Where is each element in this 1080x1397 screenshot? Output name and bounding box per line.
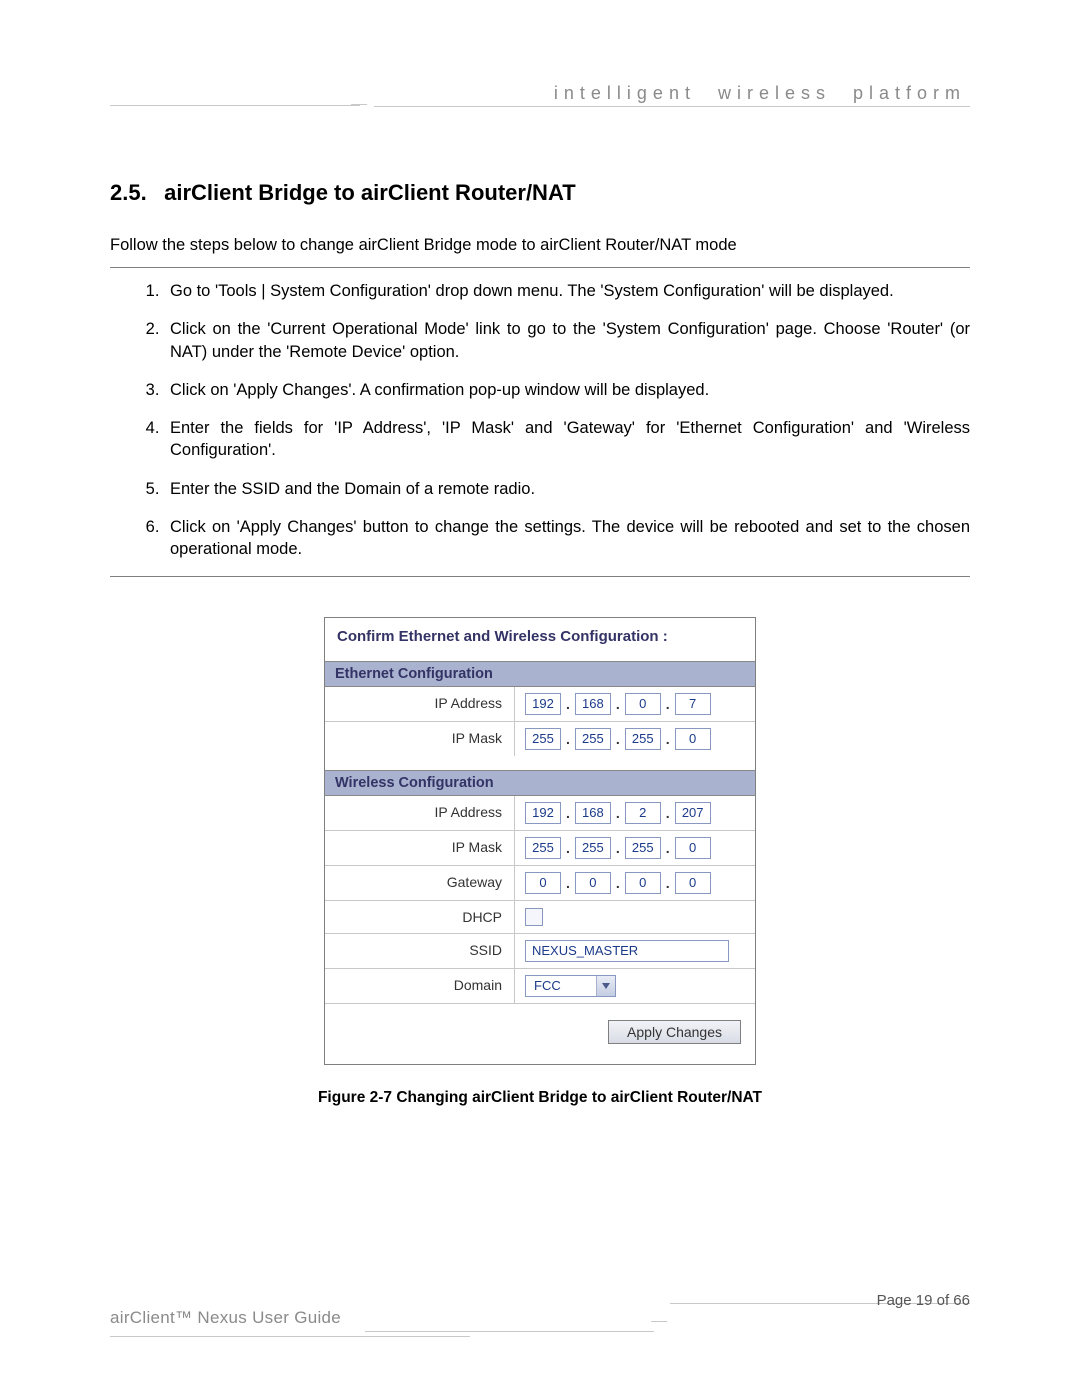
ethernet-ip-octet-1[interactable]: 192 <box>525 693 561 715</box>
page-header: intelligent wireless platform <box>110 80 970 110</box>
wireless-ip-octet-3[interactable]: 2 <box>625 802 661 824</box>
page-footer: airClient™ Nexus User Guide Page 19 of 6… <box>110 1307 970 1337</box>
wireless-mask-octet-4[interactable]: 0 <box>675 837 711 859</box>
apply-changes-button[interactable]: Apply Changes <box>608 1020 741 1044</box>
dhcp-checkbox[interactable] <box>525 908 543 926</box>
header-tagline: intelligent wireless platform <box>374 83 970 106</box>
wireless-ip-octet-4[interactable]: 207 <box>675 802 711 824</box>
wireless-mask-octet-1[interactable]: 255 <box>525 837 561 859</box>
domain-select-value: FCC <box>526 976 596 996</box>
config-panel: Confirm Ethernet and Wireless Configurat… <box>324 617 756 1065</box>
ethernet-mask-octet-2[interactable]: 255 <box>575 728 611 750</box>
wireless-domain-row: Domain FCC <box>325 969 755 1004</box>
wireless-dhcp-row: DHCP <box>325 901 755 934</box>
panel-title: Confirm Ethernet and Wireless Configurat… <box>325 618 755 661</box>
step-item: Click on 'Apply Changes'. A confirmation… <box>164 379 970 401</box>
wireless-mask-row: IP Mask 255. 255. 255. 0 <box>325 831 755 866</box>
wireless-domain-label: Domain <box>325 969 515 1003</box>
step-item: Click on the 'Current Operational Mode' … <box>164 318 970 363</box>
ethernet-mask-row: IP Mask 255. 255. 255. 0 <box>325 722 755 756</box>
ethernet-mask-label: IP Mask <box>325 722 515 756</box>
footer-guide-title: airClient™ Nexus User Guide <box>110 1308 341 1328</box>
wireless-dhcp-label: DHCP <box>325 901 515 933</box>
wireless-section-header: Wireless Configuration <box>325 770 755 796</box>
wireless-gateway-octet-1[interactable]: 0 <box>525 872 561 894</box>
step-item: Enter the fields for 'IP Address', 'IP M… <box>164 417 970 462</box>
step-item: Enter the SSID and the Domain of a remot… <box>164 478 970 500</box>
ethernet-mask-octet-4[interactable]: 0 <box>675 728 711 750</box>
page-number: Page 19 of 66 <box>857 1292 970 1309</box>
chevron-down-icon <box>596 976 615 996</box>
figure-caption: Figure 2-7 Changing airClient Bridge to … <box>110 1089 970 1107</box>
ethernet-ip-row: IP Address 192. 168. 0. 7 <box>325 687 755 722</box>
separator-top <box>110 267 970 268</box>
wireless-mask-octet-3[interactable]: 255 <box>625 837 661 859</box>
wireless-ip-label: IP Address <box>325 796 515 830</box>
wireless-gateway-octet-3[interactable]: 0 <box>625 872 661 894</box>
ethernet-section-header: Ethernet Configuration <box>325 661 755 687</box>
ethernet-mask-octet-3[interactable]: 255 <box>625 728 661 750</box>
step-item: Click on 'Apply Changes' button to chang… <box>164 516 970 561</box>
ethernet-ip-octet-3[interactable]: 0 <box>625 693 661 715</box>
ssid-input[interactable]: NEXUS_MASTER <box>525 940 729 962</box>
steps-list: Go to 'Tools | System Configuration' dro… <box>134 280 970 560</box>
section-number: 2.5. <box>110 180 158 206</box>
wireless-gateway-octet-2[interactable]: 0 <box>575 872 611 894</box>
ethernet-ip-octet-4[interactable]: 7 <box>675 693 711 715</box>
wireless-ssid-row: SSID NEXUS_MASTER <box>325 934 755 969</box>
wireless-gateway-octet-4[interactable]: 0 <box>675 872 711 894</box>
wireless-gateway-row: Gateway 0. 0. 0. 0 <box>325 866 755 901</box>
step-item: Go to 'Tools | System Configuration' dro… <box>164 280 970 302</box>
wireless-mask-label: IP Mask <box>325 831 515 865</box>
wireless-ip-octet-2[interactable]: 168 <box>575 802 611 824</box>
wireless-ip-row: IP Address 192. 168. 2. 207 <box>325 796 755 831</box>
section-heading: 2.5. airClient Bridge to airClient Route… <box>110 180 970 206</box>
wireless-mask-octet-2[interactable]: 255 <box>575 837 611 859</box>
ethernet-ip-octet-2[interactable]: 168 <box>575 693 611 715</box>
wireless-ssid-label: SSID <box>325 934 515 968</box>
section-title-text: airClient Bridge to airClient Router/NAT <box>164 180 576 205</box>
domain-select[interactable]: FCC <box>525 975 616 997</box>
ethernet-ip-label: IP Address <box>325 687 515 721</box>
intro-paragraph: Follow the steps below to change airClie… <box>110 236 970 255</box>
wireless-ip-octet-1[interactable]: 192 <box>525 802 561 824</box>
ethernet-mask-octet-1[interactable]: 255 <box>525 728 561 750</box>
separator-bottom <box>110 576 970 577</box>
wireless-gateway-label: Gateway <box>325 866 515 900</box>
